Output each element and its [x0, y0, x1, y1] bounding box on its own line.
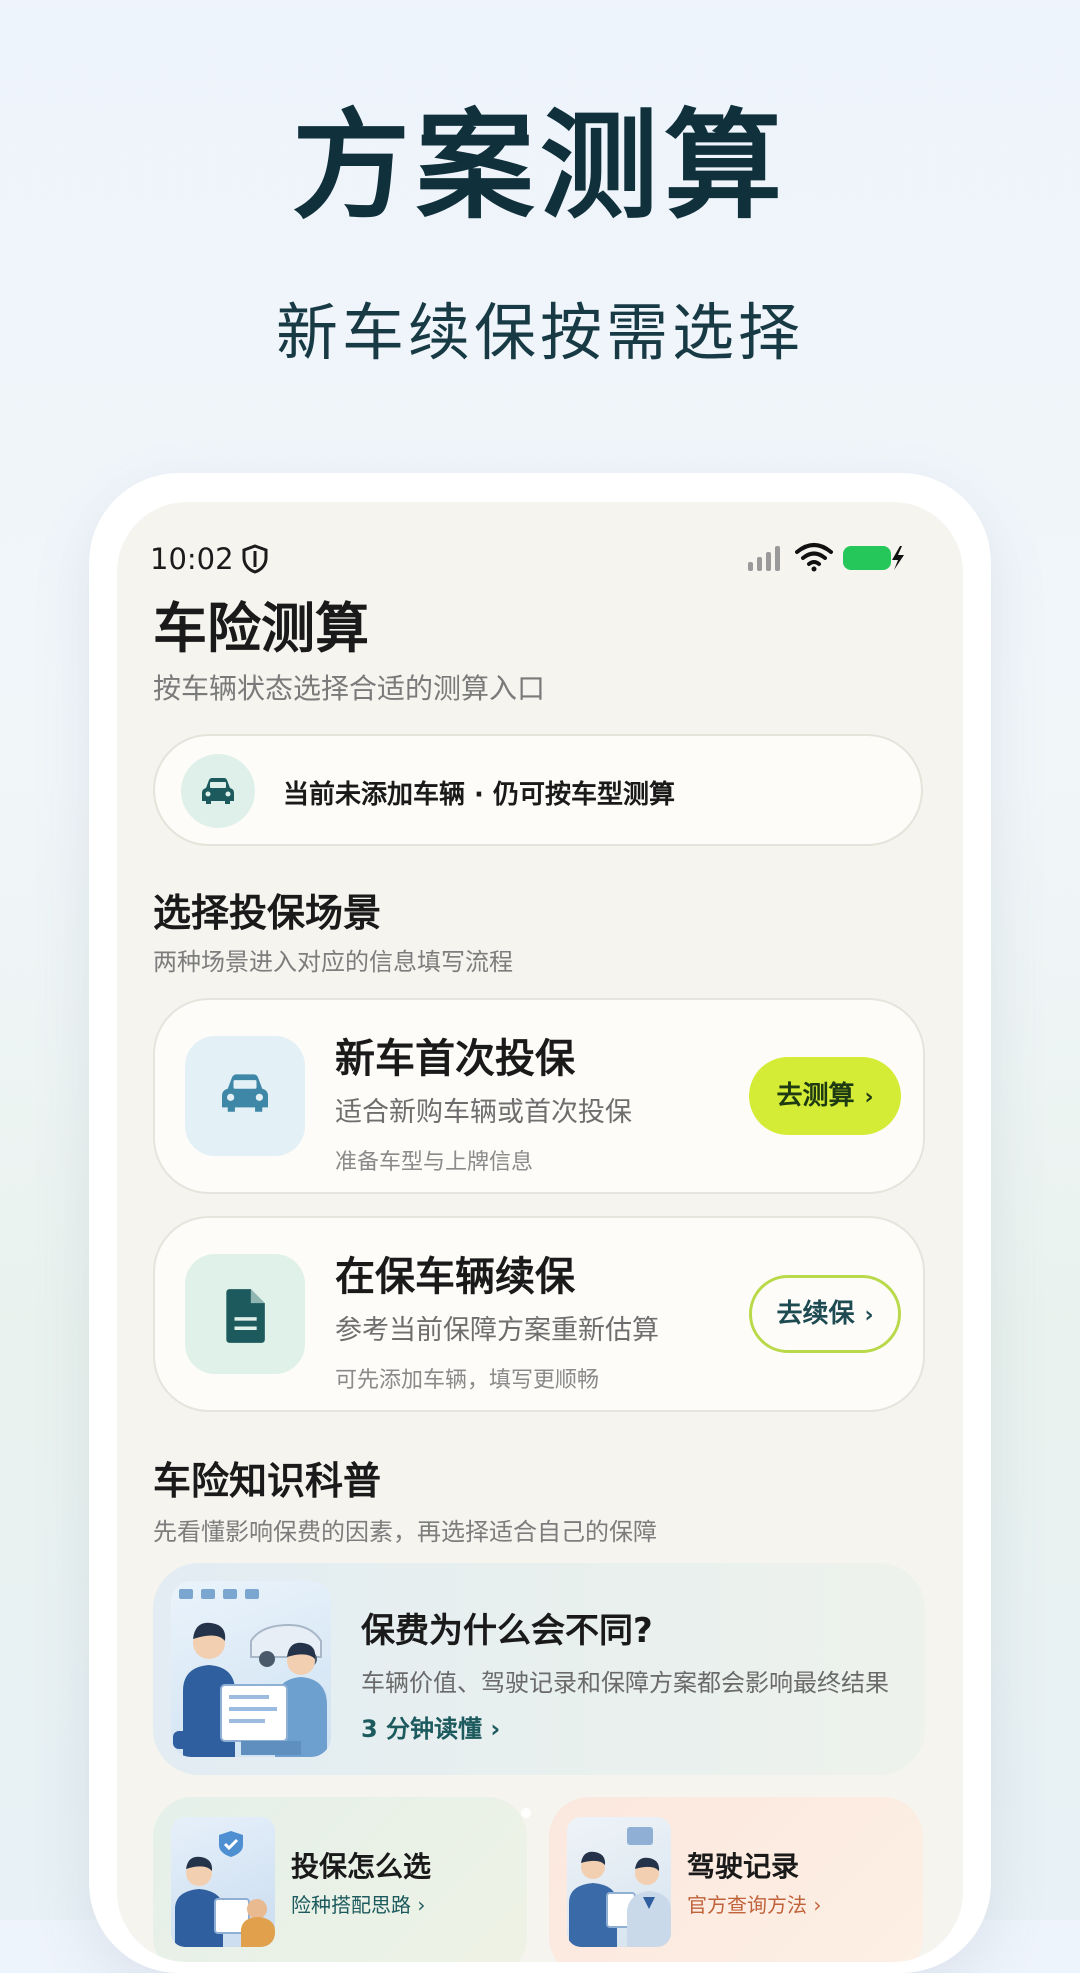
advisor-illustration — [175, 1831, 275, 1947]
calculate-button[interactable]: 去测算 › — [749, 1057, 901, 1135]
hero-title: 方案测算 — [291, 97, 788, 235]
consultation-illustration — [173, 1589, 327, 1757]
mini-card-illustration — [171, 1817, 275, 1947]
article-read-link-label: 3 分钟读懂 — [361, 1715, 483, 1743]
scene-note: 准备车型与上牌信息 — [335, 1150, 534, 1175]
article-description: 车辆价值、驾驶记录和保障方案都会影响最终结果 — [361, 1669, 889, 1697]
mini-card-link[interactable]: 官方查询方法 › — [687, 1889, 821, 1918]
scene-icon-box — [185, 1036, 305, 1156]
mini-card-how-to-choose[interactable]: 投保怎么选 险种搭配思路 › — [153, 1797, 527, 1962]
scene-card-renewal[interactable]: 在保车辆续保 参考当前保障方案重新估算 可先添加车辆，填写更顺畅 去续保 › — [153, 1216, 925, 1412]
article-illustration — [171, 1581, 331, 1757]
mini-card-title: 驾驶记录 — [687, 1850, 800, 1883]
mini-card-title: 投保怎么选 — [291, 1850, 432, 1883]
shield-icon — [242, 544, 268, 574]
status-time: 10:02 — [150, 542, 234, 576]
knowledge-section-title: 车险知识科普 — [153, 1459, 382, 1503]
officer-illustration — [569, 1827, 671, 1947]
scene-description: 参考当前保障方案重新估算 — [335, 1315, 659, 1346]
scene-section-description: 两种场景进入对应的信息填写流程 — [153, 948, 513, 976]
scene-title: 在保车辆续保 — [335, 1254, 575, 1300]
chevron-right-icon: › — [864, 1303, 874, 1328]
battery-charging-icon — [843, 546, 904, 570]
mini-card-link-label: 官方查询方法 — [687, 1893, 807, 1917]
mini-card-link[interactable]: 险种搭配思路 › — [291, 1889, 425, 1918]
carousel-dot-active — [521, 1808, 531, 1818]
mini-card-link-label: 险种搭配思路 — [291, 1893, 411, 1917]
mini-card-driving-record[interactable]: 驾驶记录 官方查询方法 › — [549, 1797, 923, 1962]
scene-card-new-car[interactable]: 新车首次投保 适合新购车辆或首次投保 准备车型与上牌信息 去测算 › — [153, 998, 925, 1194]
page-description: 按车辆状态选择合适的测算入口 — [153, 672, 546, 705]
banner-icon-wrap — [181, 754, 255, 828]
renew-button-label: 去续保 — [776, 1299, 855, 1329]
app-screen: 10:02 车险测算 按车辆状态选择合适的测算入口 当前未添加车辆 · 仍可按车… — [117, 502, 963, 1962]
scene-title: 新车首次投保 — [335, 1036, 575, 1082]
knowledge-section-description: 先看懂影响保费的因素，再选择适合自己的保障 — [153, 1518, 657, 1546]
document-icon — [226, 1289, 265, 1343]
chevron-right-icon: › — [813, 1893, 822, 1917]
hero-subtitle: 新车续保按需选择 — [275, 296, 804, 369]
chevron-right-icon: › — [417, 1893, 426, 1917]
vehicle-banner[interactable]: 当前未添加车辆 · 仍可按车型测算 — [153, 734, 923, 846]
car-icon — [222, 1074, 268, 1112]
scene-icon-box — [185, 1254, 305, 1374]
car-icon — [202, 778, 234, 804]
article-title: 保费为什么会不同? — [361, 1611, 653, 1651]
calculate-button-label: 去测算 — [776, 1081, 855, 1111]
scene-note: 可先添加车辆，填写更顺畅 — [335, 1368, 600, 1393]
banner-text: 当前未添加车辆 · 仍可按车型测算 — [283, 780, 675, 810]
chevron-right-icon: › — [490, 1715, 501, 1743]
page-title: 车险测算 — [153, 597, 369, 660]
scene-description: 适合新购车辆或首次投保 — [335, 1097, 632, 1128]
wifi-icon — [795, 543, 833, 572]
renew-button[interactable]: 去续保 › — [749, 1275, 901, 1353]
scene-section-title: 选择投保场景 — [153, 891, 382, 935]
article-card[interactable]: 保费为什么会不同? 车辆价值、驾驶记录和保障方案都会影响最终结果 3 分钟读懂 … — [153, 1563, 925, 1775]
signal-icon — [748, 546, 780, 571]
mini-card-illustration — [567, 1817, 671, 1947]
article-read-link[interactable]: 3 分钟读懂 › — [361, 1709, 500, 1744]
chevron-right-icon: › — [864, 1085, 874, 1110]
